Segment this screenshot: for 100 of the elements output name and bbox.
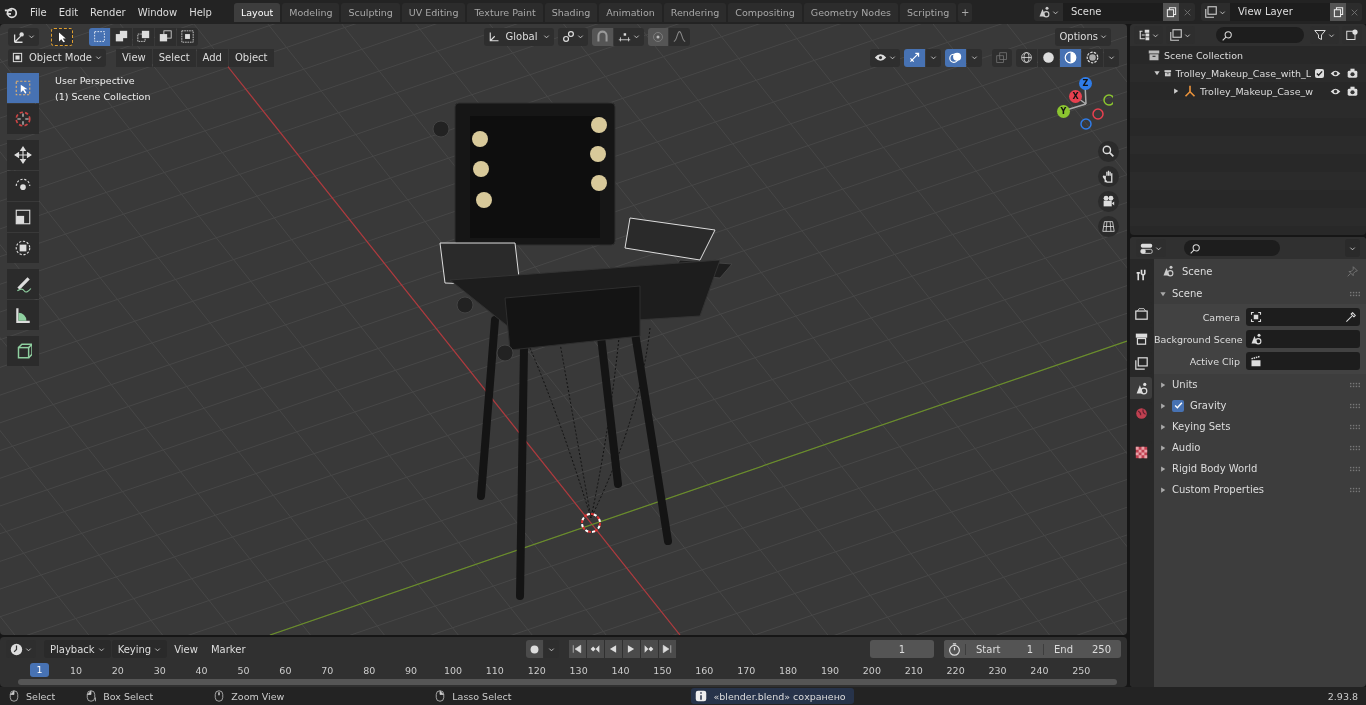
scene-selector[interactable]: [1034, 3, 1063, 21]
close-button[interactable]: [1179, 3, 1195, 21]
menu-item[interactable]: Window: [131, 6, 184, 18]
falloff-dropdown[interactable]: [669, 27, 690, 46]
gizmo-icon: [908, 51, 921, 64]
selection-mode-button[interactable]: [133, 27, 154, 46]
shading-button[interactable]: [1038, 48, 1059, 67]
playback-button[interactable]: [622, 640, 640, 658]
orientation-dropdown[interactable]: Global: [484, 27, 554, 46]
menu-item[interactable]: Edit: [52, 6, 85, 18]
search-field[interactable]: [1184, 240, 1280, 256]
selection-mode-button[interactable]: [89, 27, 110, 46]
tool-button[interactable]: [7, 300, 39, 330]
tool-button[interactable]: [7, 336, 39, 366]
workspace-tab[interactable]: UV Editing: [401, 2, 466, 22]
menu-item[interactable]: Help: [183, 6, 218, 18]
properties-tab[interactable]: [1130, 377, 1152, 399]
workspace-tab[interactable]: Compositing: [728, 2, 802, 22]
workspace-tab[interactable]: Scripting: [899, 2, 957, 22]
options-dropdown[interactable]: Options: [1055, 27, 1111, 46]
copy-button[interactable]: [1330, 3, 1346, 21]
shading-button[interactable]: [1060, 48, 1081, 67]
playback-button[interactable]: [640, 640, 658, 658]
shading-button[interactable]: [1016, 48, 1037, 67]
axis-handle[interactable]: X: [1069, 90, 1082, 103]
playback-button[interactable]: [658, 640, 676, 658]
tool-button[interactable]: [7, 171, 39, 201]
pan-button[interactable]: [1098, 166, 1119, 187]
menu-item[interactable]: View: [116, 48, 152, 67]
playback-button[interactable]: [568, 640, 586, 658]
checkbox[interactable]: [1172, 399, 1184, 412]
selection-mode-button[interactable]: [155, 27, 176, 46]
menu-item[interactable]: Select: [152, 48, 196, 67]
menu-dropdown[interactable]: Keying: [111, 640, 168, 658]
workspace-tab[interactable]: Rendering: [663, 2, 727, 22]
current-frame-marker[interactable]: 1: [30, 663, 49, 677]
axes-icon: [12, 29, 26, 44]
search-field[interactable]: [1216, 27, 1304, 43]
collection-name[interactable]: Scene Collection: [1164, 49, 1243, 61]
shading-button[interactable]: [1082, 48, 1103, 67]
workspace-tab[interactable]: Sculpting: [341, 2, 400, 22]
tool-button[interactable]: [7, 233, 39, 263]
menu-item[interactable]: View: [168, 640, 204, 658]
outliner-item[interactable]: Trolley_Makeup_Case_with_L: [1175, 67, 1311, 79]
end-frame-field[interactable]: End 250: [1043, 643, 1121, 655]
workspace-tab[interactable]: Shading: [544, 2, 598, 22]
tool-button[interactable]: [7, 140, 39, 170]
menu-item[interactable]: File: [24, 6, 53, 18]
playback-button[interactable]: [586, 640, 604, 658]
proportional-edit-toggle[interactable]: [648, 27, 668, 46]
workspace-tab[interactable]: Animation: [599, 2, 662, 22]
snap-dropdown[interactable]: [614, 27, 644, 46]
collapse-arrow-icon[interactable]: [1154, 70, 1160, 76]
workspace-tab[interactable]: Texture Paint: [467, 2, 543, 22]
snap-toggle[interactable]: [592, 27, 613, 46]
printer-icon: [1134, 331, 1148, 345]
view-layer-field[interactable]: View Layer: [1230, 3, 1330, 21]
outliner-item[interactable]: Trolley_Makeup_Case_w: [1200, 85, 1313, 97]
selection-mode-button[interactable]: [177, 27, 198, 46]
workspace-tab[interactable]: Geometry Nodes: [803, 2, 898, 22]
perspective-toggle-button[interactable]: [1098, 216, 1119, 237]
camera-view-button[interactable]: [1098, 191, 1119, 212]
field[interactable]: [1246, 352, 1360, 370]
playback-button[interactable]: [604, 640, 622, 658]
mode-dropdown[interactable]: Object Mode: [8, 48, 106, 67]
menu-item[interactable]: Object: [228, 48, 274, 67]
pivot-dropdown[interactable]: [558, 27, 588, 46]
close-button[interactable]: [1346, 3, 1362, 21]
expand-arrow-icon[interactable]: [1172, 88, 1180, 94]
gizmo-toggle[interactable]: [904, 48, 925, 67]
zoom-button[interactable]: [1098, 141, 1119, 162]
field[interactable]: [1246, 330, 1360, 348]
selection-mode-button[interactable]: [111, 27, 132, 46]
current-frame-field[interactable]: 1: [870, 640, 934, 658]
overlay-toggle[interactable]: [945, 48, 966, 67]
frame-number: 80: [362, 664, 377, 676]
field[interactable]: [1246, 308, 1360, 326]
start-frame-field[interactable]: Start 1: [965, 643, 1043, 655]
axis-handle[interactable]: Y: [1057, 105, 1070, 118]
copy-button[interactable]: [1163, 3, 1179, 21]
menu-dropdown[interactable]: Playback: [44, 640, 111, 658]
add-workspace-button[interactable]: +: [958, 2, 973, 22]
workspace-tab[interactable]: Modeling: [282, 2, 340, 22]
menu-item[interactable]: Add: [196, 48, 228, 67]
select-tool-button[interactable]: [51, 27, 73, 46]
workspace-tab[interactable]: Layout: [233, 2, 281, 22]
menu-item[interactable]: Marker: [204, 640, 252, 658]
jump-end-icon: [662, 644, 673, 654]
record-button[interactable]: [525, 640, 543, 658]
axis-handle[interactable]: Z: [1079, 77, 1092, 90]
tool-button[interactable]: [7, 202, 39, 232]
xray-toggle[interactable]: [992, 48, 1012, 67]
visibility-dropdown[interactable]: [870, 48, 900, 67]
scrollbar[interactable]: [18, 679, 1117, 685]
tool-button[interactable]: [7, 269, 39, 299]
menu-item[interactable]: Render: [84, 6, 132, 18]
checkbox[interactable]: [1315, 68, 1324, 78]
editor-type-button[interactable]: [8, 27, 39, 46]
scene-field[interactable]: Scene: [1063, 3, 1163, 21]
view-layer-selector[interactable]: [1201, 3, 1230, 21]
